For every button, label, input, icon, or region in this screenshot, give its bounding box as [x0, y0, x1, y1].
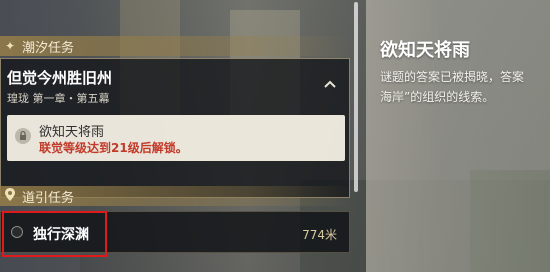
quest-card[interactable]: 但觉今州胜旧州 瑝珑 第一章・第五幕 欲知天将雨 联觉等级达到21级后解锁。: [0, 58, 350, 198]
lock-icon: [15, 128, 31, 144]
tide-quest-header-label: 潮汐任务: [22, 40, 75, 56]
location-pin-icon: [2, 188, 18, 204]
quest-title: 但觉今州胜旧州: [7, 69, 113, 87]
quest-detail-panel: 欲知天将雨 谜题的答案已被揭晓，答案 海岸”的组织的线索。: [366, 0, 550, 272]
chevron-up-icon[interactable]: [323, 77, 337, 91]
locked-quest-item[interactable]: 欲知天将雨 联觉等级达到21级后解锁。: [7, 115, 345, 161]
tide-quest-header: ✦ 潮汐任务: [0, 36, 352, 56]
sparkle-icon: ✦: [4, 39, 16, 53]
highlight-box: [2, 211, 107, 257]
unlock-requirement: 联觉等级达到21级后解锁。: [39, 141, 188, 155]
quest-chapter: 瑝珑 第一章・第五幕: [7, 92, 110, 105]
quest-list-panel: ✦ 潮汐任务 但觉今州胜旧州 瑝珑 第一章・第五幕 欲知天将雨 联觉等级达到21…: [0, 0, 358, 272]
detail-description: 谜题的答案已被揭晓，答案 海岸”的组织的线索。: [380, 70, 525, 104]
locked-quest-title: 欲知天将雨: [39, 125, 105, 140]
detail-title: 欲知天将雨: [380, 40, 470, 61]
scrollbar[interactable]: [354, 2, 358, 192]
guide-quest-header-label: 道引任务: [22, 190, 75, 206]
guide-quest-header: 道引任务: [0, 186, 352, 206]
guide-quest-distance: 774米: [302, 228, 337, 242]
